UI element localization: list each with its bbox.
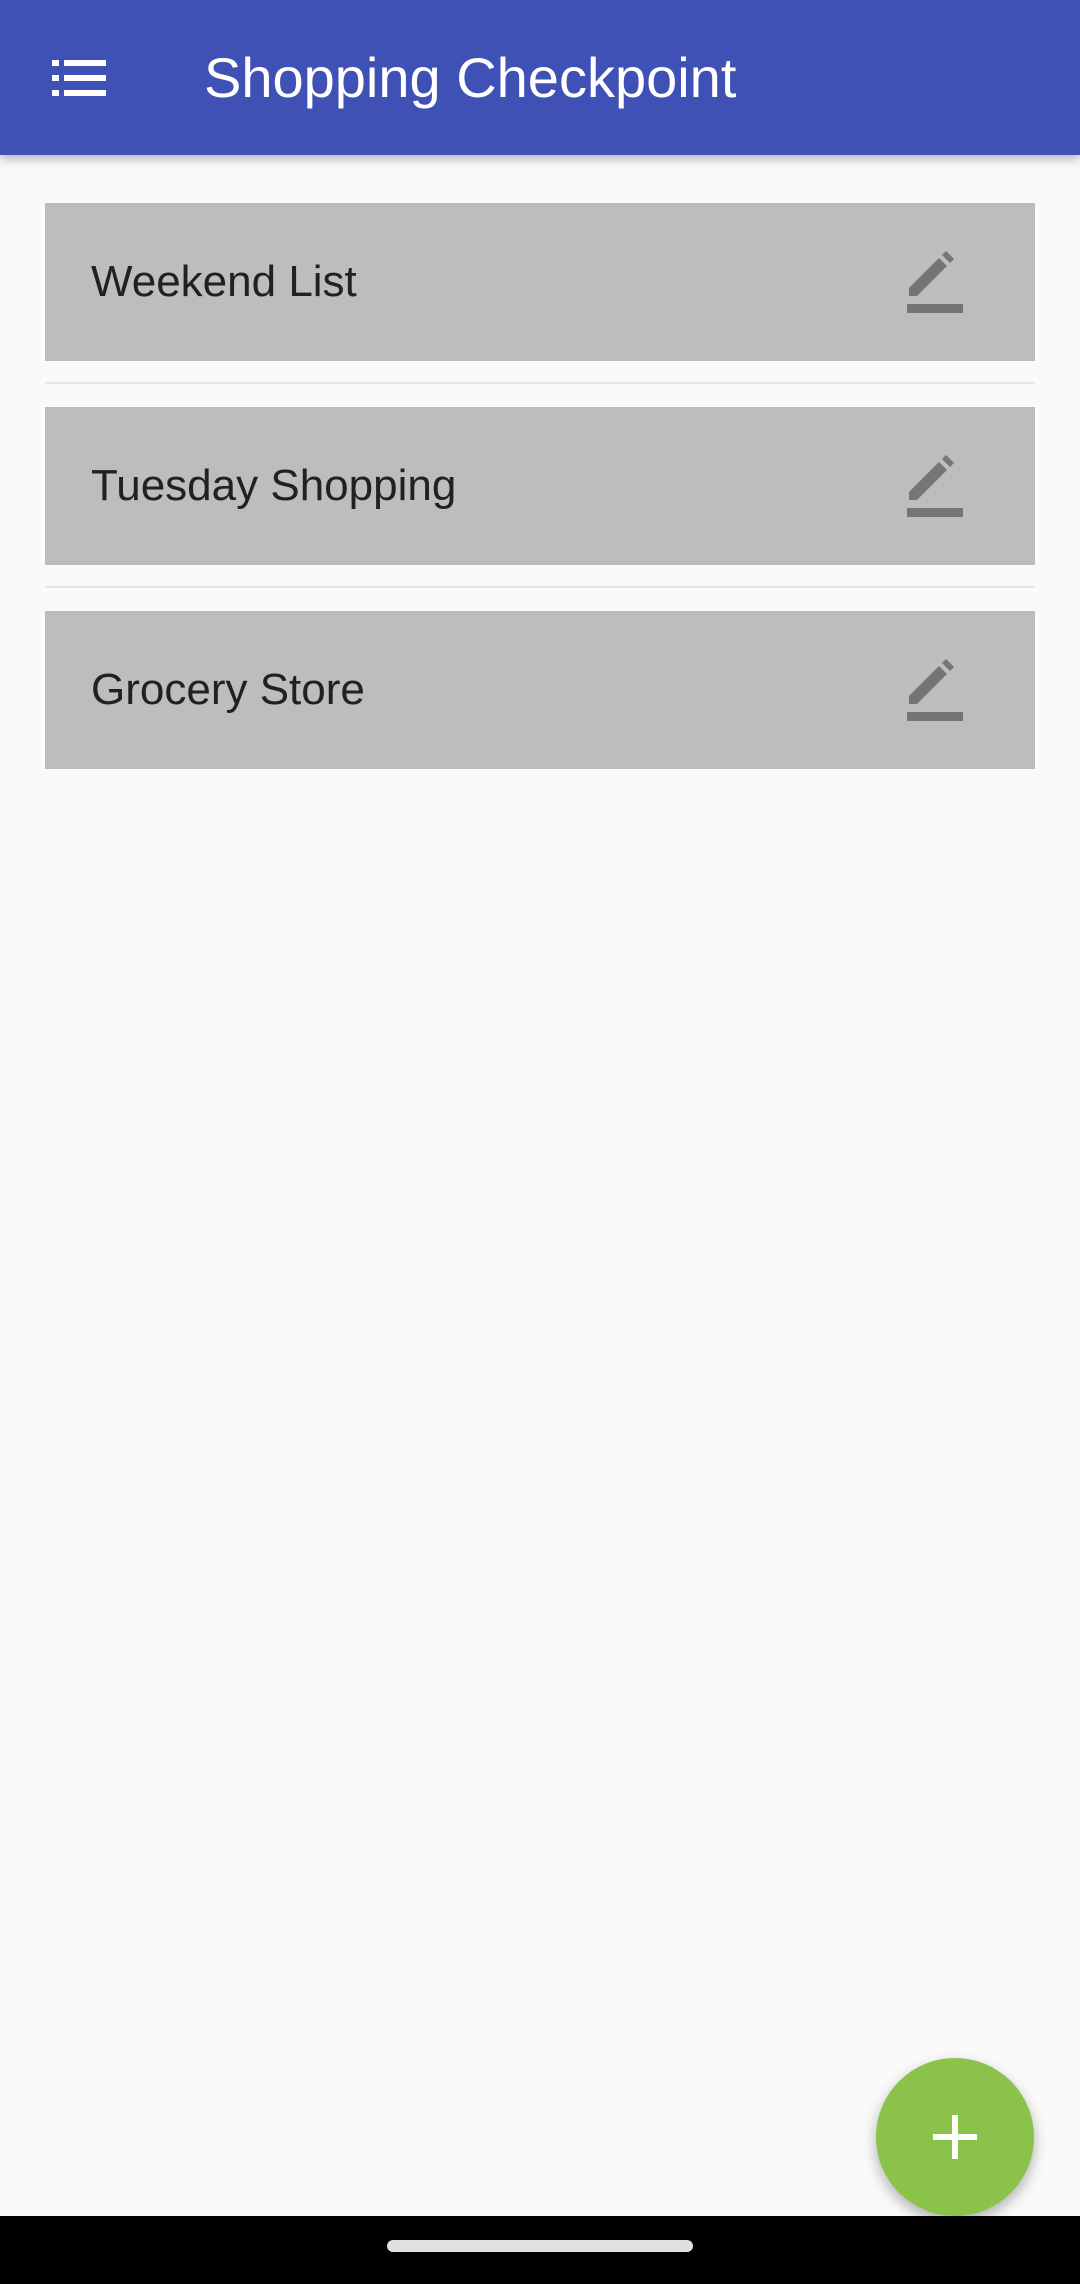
edit-icon xyxy=(907,455,963,517)
add-list-button[interactable] xyxy=(876,2058,1034,2216)
list-item-label: Grocery Store xyxy=(91,665,365,714)
edit-icon xyxy=(907,251,963,313)
edit-button[interactable] xyxy=(895,242,975,322)
divider xyxy=(45,382,1035,384)
edit-button[interactable] xyxy=(895,650,975,730)
home-gesture-handle[interactable] xyxy=(387,2240,693,2252)
app-bar: Shopping Checkpoint xyxy=(0,0,1080,155)
app-title: Shopping Checkpoint xyxy=(204,46,737,109)
menu-button[interactable] xyxy=(42,42,118,114)
list-item-weekend-list[interactable]: Weekend List xyxy=(45,203,1035,361)
edit-button[interactable] xyxy=(895,446,975,526)
list-item-tuesday-shopping[interactable]: Tuesday Shopping xyxy=(45,407,1035,565)
edit-icon xyxy=(907,659,963,721)
system-navigation-bar xyxy=(0,2216,1080,2284)
list-item-grocery-store[interactable]: Grocery Store xyxy=(45,611,1035,769)
list-item-label: Weekend List xyxy=(91,257,357,306)
list-item-label: Tuesday Shopping xyxy=(91,461,457,510)
divider xyxy=(45,586,1035,588)
list-icon xyxy=(52,60,106,96)
add-icon xyxy=(933,2115,977,2159)
